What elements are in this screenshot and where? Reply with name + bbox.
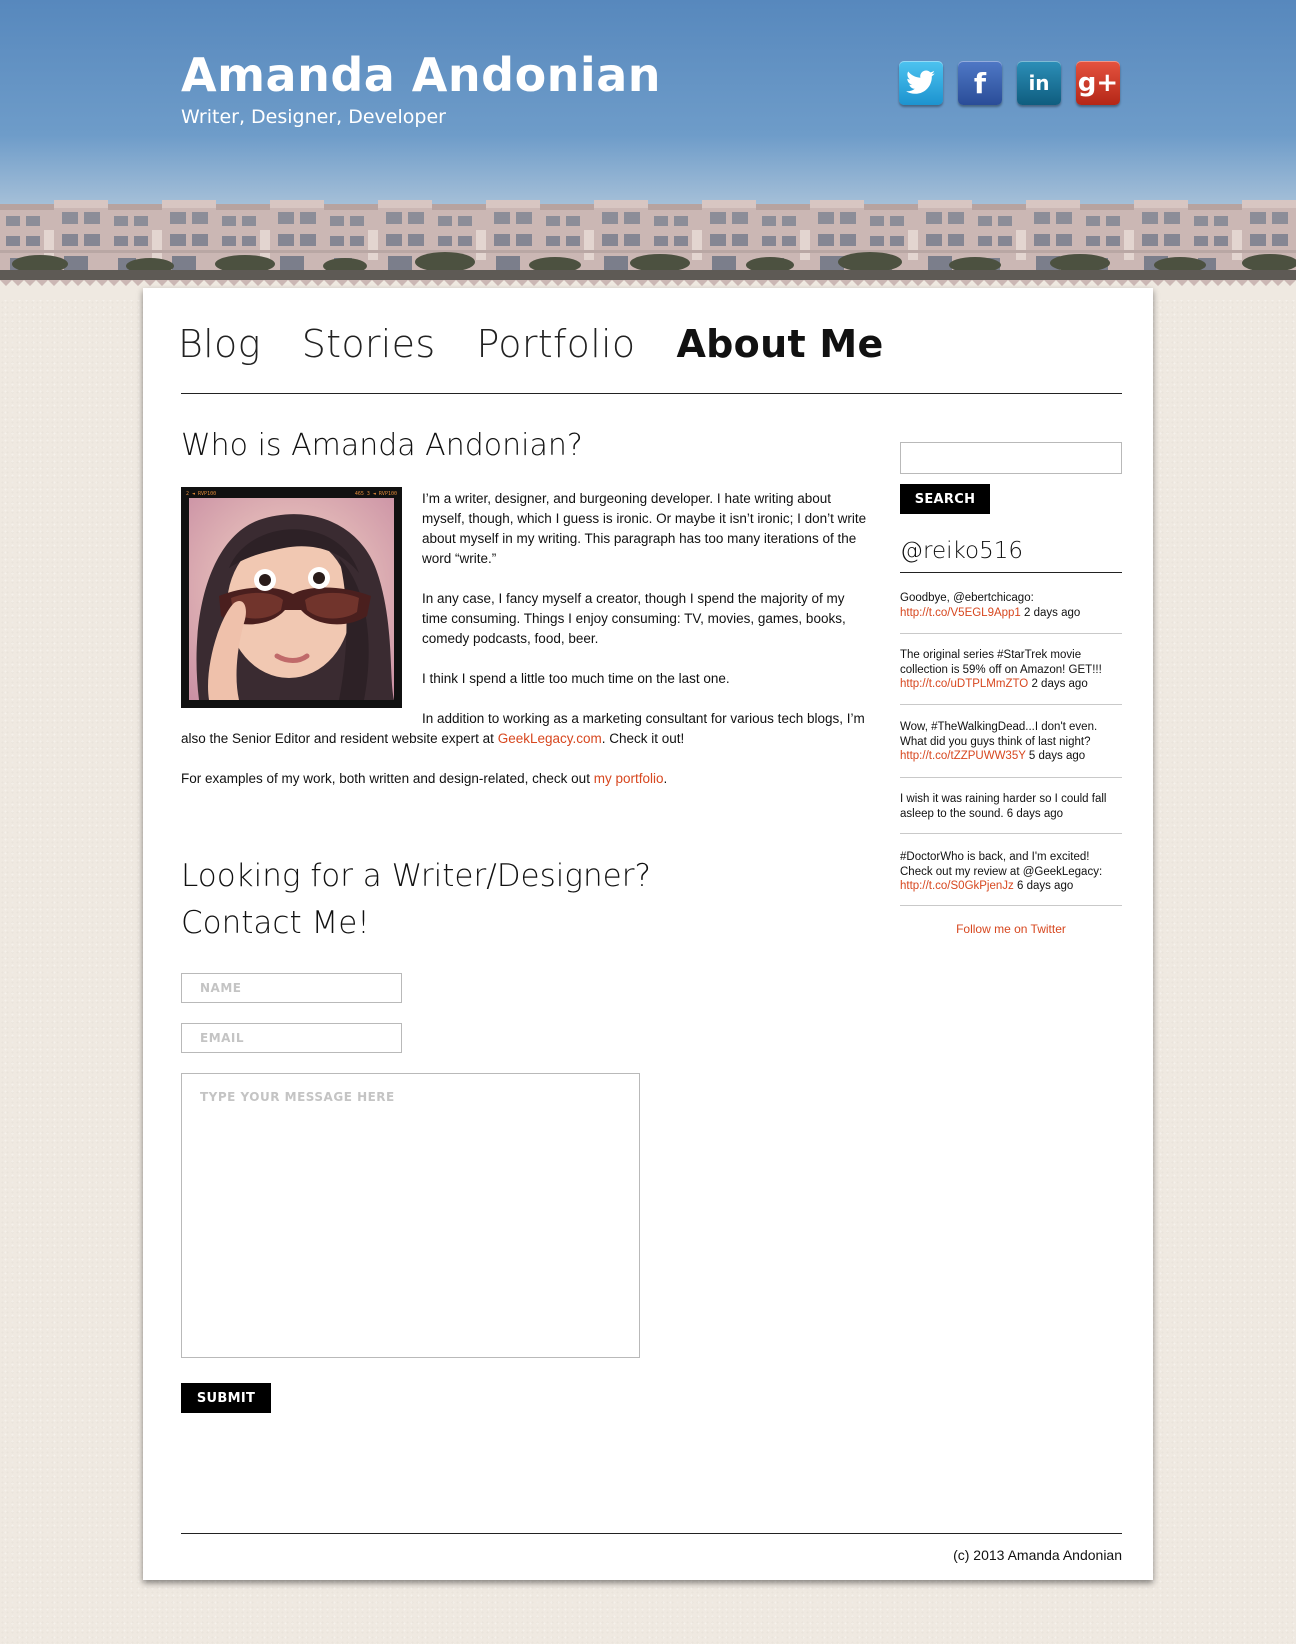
tweet-link[interactable]: http://t.co/tZZPUWW35Y	[900, 750, 1026, 762]
film-text-right: 465 3 ◄ RVP100	[354, 491, 397, 497]
site-header: Amanda Andonian Writer, Designer, Develo…	[0, 0, 1296, 300]
main-nav: Blog Stories Portfolio About Me	[178, 322, 925, 366]
about-p5-end: .	[663, 771, 668, 786]
nav-blog[interactable]: Blog	[178, 322, 261, 366]
tweet-item: Goodbye, @ebertchicago: http://t.co/V5EG…	[900, 591, 1122, 620]
portrait-image	[189, 498, 394, 700]
google-plus-icon: g+	[1077, 68, 1119, 98]
tweet-text: I wish it was raining harder so I could …	[900, 793, 1107, 820]
copyright-text: (c) 2013 Amanda Andonian	[953, 1547, 1122, 1563]
email-field[interactable]	[181, 1023, 402, 1053]
linkedin-button[interactable]: in	[1017, 61, 1061, 105]
tweet-text: #DoctorWho is back, and I'm excited! Che…	[900, 851, 1103, 878]
contact-heading-line-1: Looking for a Writer/Designer?	[181, 858, 651, 894]
tweet-link[interactable]: http://t.co/S0GkPjenJz	[900, 880, 1014, 892]
tweet-item: The original series #StarTrek movie coll…	[900, 648, 1122, 692]
about-section: Who is Amanda Andonian? 2 ◄ RVP100 465 3…	[181, 428, 871, 809]
about-p4-end: . Check it out!	[601, 731, 685, 746]
geeklegacy-link[interactable]: GeekLegacy.com	[498, 731, 602, 746]
site-tagline: Writer, Designer, Developer	[181, 106, 446, 128]
tweet-time: 2 days ago	[1031, 678, 1088, 690]
search-input[interactable]	[900, 442, 1122, 474]
search-button[interactable]: SEARCH	[900, 484, 990, 514]
name-field[interactable]	[181, 973, 402, 1003]
follow-twitter-link[interactable]: Follow me on Twitter	[900, 922, 1122, 936]
twitter-button[interactable]	[899, 61, 943, 105]
tweet-time: 2 days ago	[1024, 606, 1081, 619]
twitter-handle[interactable]: @reiko516	[900, 538, 1023, 564]
twitter-bird-icon	[906, 70, 935, 94]
facebook-button[interactable]: f	[958, 61, 1002, 105]
contact-heading-line-2: Contact Me!	[181, 905, 370, 941]
tweet-divider	[900, 704, 1122, 705]
twitter-handle-divider	[900, 572, 1122, 573]
tweet-link[interactable]: http://t.co/V5EGL9App1	[900, 607, 1021, 619]
nav-about-me[interactable]: About Me	[676, 322, 883, 366]
about-paragraph-4: In addition to working as a marketing co…	[181, 709, 871, 749]
tweet-item: Wow, #TheWalkingDead...I don't even. Wha…	[900, 720, 1122, 764]
footer-divider	[181, 1533, 1122, 1534]
tweet-text: Wow, #TheWalkingDead...I don't even. Wha…	[900, 721, 1098, 748]
tweet-time: 6 days ago	[1016, 880, 1074, 892]
site-title[interactable]: Amanda Andonian	[181, 48, 661, 102]
contact-heading: Looking for a Writer/Designer? Contact M…	[181, 853, 651, 947]
content-card: Blog Stories Portfolio About Me Who is A…	[143, 288, 1153, 1580]
social-links: f in g+	[899, 61, 1120, 105]
about-p5-text: For examples of my work, both written an…	[181, 771, 594, 786]
nav-divider	[181, 393, 1122, 394]
tweet-divider	[900, 905, 1122, 906]
tweet-divider	[900, 777, 1122, 778]
message-field[interactable]	[181, 1073, 640, 1358]
profile-photo: 2 ◄ RVP100 465 3 ◄ RVP100	[181, 487, 402, 708]
tweet-text: The original series #StarTrek movie coll…	[900, 649, 1102, 676]
about-heading: Who is Amanda Andonian?	[181, 428, 583, 463]
tweet-text: Goodbye, @ebertchicago:	[900, 592, 1034, 604]
linkedin-icon: in	[1028, 71, 1050, 95]
portfolio-link[interactable]: my portfolio	[594, 771, 664, 786]
tweet-time: 5 days ago	[1028, 750, 1086, 762]
google-plus-button[interactable]: g+	[1076, 61, 1120, 105]
tweet-time: 6 days ago	[1006, 807, 1064, 820]
tweet-divider	[900, 833, 1122, 834]
nav-stories[interactable]: Stories	[302, 322, 436, 366]
about-paragraph-5: For examples of my work, both written an…	[181, 769, 871, 789]
film-text-left: 2 ◄ RVP100	[186, 491, 217, 497]
facebook-icon: f	[973, 66, 987, 100]
submit-button[interactable]: SUBMIT	[181, 1383, 271, 1413]
rowhouses-banner-image	[0, 190, 1296, 300]
film-strip-text: 2 ◄ RVP100 465 3 ◄ RVP100	[186, 490, 397, 498]
nav-portfolio[interactable]: Portfolio	[476, 322, 635, 366]
tweet-divider	[900, 633, 1122, 634]
tweet-item: I wish it was raining harder so I could …	[900, 792, 1122, 821]
tweet-link[interactable]: http://t.co/uDTPLMmZTO	[900, 678, 1028, 690]
tweet-item: #DoctorWho is back, and I'm excited! Che…	[900, 850, 1122, 894]
